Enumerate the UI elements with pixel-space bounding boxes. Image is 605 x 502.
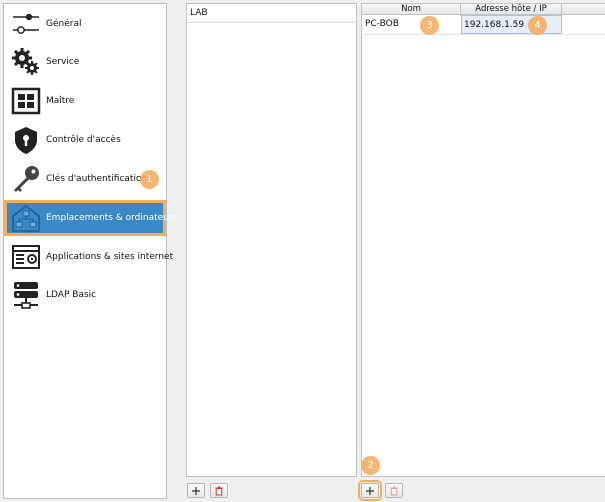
- lock-shield-icon: [10, 124, 42, 156]
- trash-icon: [389, 486, 399, 496]
- step-badge-3: 3: [420, 16, 439, 35]
- table-row[interactable]: PC-BOB 192.168.1.59: [362, 15, 605, 35]
- list-item[interactable]: LAB: [187, 4, 356, 23]
- delete-location-button[interactable]: [210, 483, 228, 498]
- column-header-name[interactable]: Nom: [362, 4, 461, 15]
- table-header: Nom Adresse hôte / IP: [362, 4, 605, 15]
- computer-name-cell[interactable]: PC-BOB: [362, 15, 461, 34]
- grid-window-icon: [10, 85, 42, 117]
- trash-icon: [214, 486, 224, 496]
- sidebar-item-label: Clés d'authentification: [46, 174, 148, 184]
- sliders-icon: [10, 8, 42, 40]
- sidebar-item-label: Général: [46, 19, 82, 29]
- add-location-button[interactable]: [187, 483, 205, 498]
- locations-list: LAB: [186, 3, 357, 477]
- ldap-server-icon: [10, 279, 42, 311]
- sidebar-item-locations-computers[interactable]: Emplacements & ordinateurs: [4, 200, 177, 236]
- step-badge-2: 2: [361, 456, 380, 475]
- sidebar-item-label: Service: [46, 57, 80, 67]
- delete-computer-button[interactable]: [385, 483, 403, 498]
- sidebar-item-label: Emplacements & ordinateurs: [46, 213, 178, 223]
- sidebar-item-label: LDAP Basic: [46, 290, 97, 300]
- step-badge-1: 1: [140, 170, 159, 189]
- sidebar-item-access-control[interactable]: Contrôle d'accès: [4, 122, 166, 158]
- add-computer-button[interactable]: [358, 480, 382, 501]
- sidebar-item-applications-websites[interactable]: Applications & sites internet: [4, 239, 173, 275]
- sidebar-item-label: Contrôle d'accès: [46, 135, 121, 145]
- plus-icon: [365, 486, 375, 496]
- network-locations-icon: [10, 202, 42, 234]
- step-badge-4: 4: [528, 16, 547, 35]
- application-window-icon: [10, 241, 42, 273]
- column-header-host[interactable]: Adresse hôte / IP: [461, 4, 562, 15]
- sidebar-item-ldap-basic[interactable]: LDAP Basic: [4, 277, 166, 313]
- sidebar-item-label: Maître: [46, 96, 75, 106]
- plus-icon: [191, 486, 201, 496]
- sidebar-item-label: Applications & sites internet: [46, 252, 174, 262]
- sidebar-item-service[interactable]: Service: [4, 44, 166, 80]
- sidebar: Général Service Maître Contrôle d'accès …: [3, 3, 177, 499]
- sidebar-item-general[interactable]: Général: [4, 6, 166, 42]
- gears-icon: [10, 46, 42, 78]
- computers-table: Nom Adresse hôte / IP PC-BOB 192.168.1.5…: [361, 3, 605, 477]
- key-icon: [10, 163, 42, 195]
- sidebar-item-master[interactable]: Maître: [4, 83, 166, 119]
